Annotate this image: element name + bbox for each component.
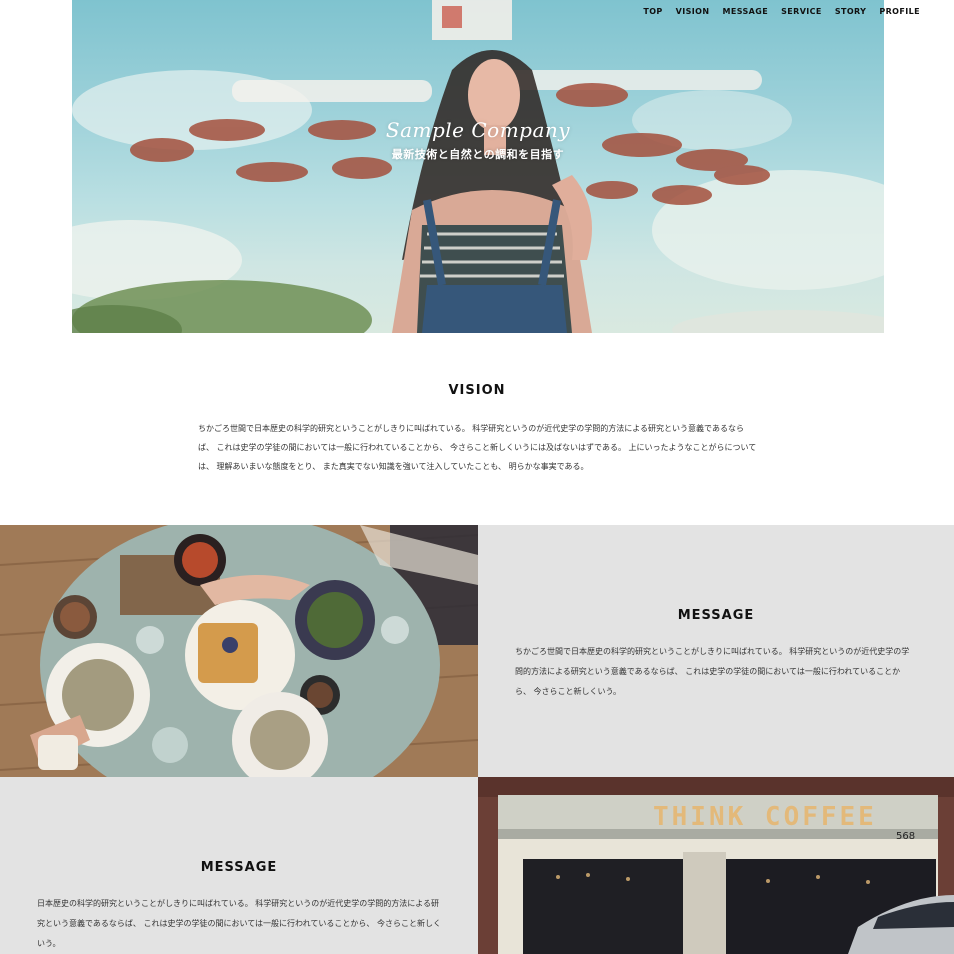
nav-top[interactable]: TOP bbox=[643, 7, 662, 16]
message-section-2: MESSAGE 日本歴史の科学的研究ということがしきりに叫ばれている。 科学研究… bbox=[0, 777, 478, 954]
message-section-1: MESSAGE ちかごろ世間で日本歴史の科学的研究ということがしきりに叫ばれてい… bbox=[478, 525, 954, 777]
message-body-2: 日本歴史の科学的研究ということがしきりに叫ばれている。 科学研究というのが近代史… bbox=[37, 899, 441, 948]
message-body-1: ちかごろ世間で日本歴史の科学的研究ということがしきりに叫ばれている。 科学研究と… bbox=[515, 647, 910, 696]
storefront-photo: THINK COFFEE 568 bbox=[478, 777, 954, 954]
breakfast-photo bbox=[0, 525, 478, 777]
company-logo[interactable]: Sample Company bbox=[72, 118, 884, 142]
hero-banner: Sample Company 最新技術と自然との調和を目指す bbox=[72, 0, 884, 333]
top-nav: TOP VISION MESSAGE SERVICE STORY PROFILE bbox=[643, 0, 920, 22]
vision-body: ちかごろ世間で日本歴史の科学的研究ということがしきりに叫ばれている。 科学研究と… bbox=[198, 424, 757, 471]
hero-photo bbox=[72, 0, 884, 333]
nav-profile[interactable]: PROFILE bbox=[879, 7, 920, 16]
nav-message[interactable]: MESSAGE bbox=[722, 7, 768, 16]
vision-section: VISION ちかごろ世間で日本歴史の科学的研究ということがしきりに叫ばれている… bbox=[0, 333, 954, 525]
message-title-1: MESSAGE bbox=[677, 608, 755, 623]
hero-text-block: Sample Company 最新技術と自然との調和を目指す bbox=[72, 118, 884, 162]
storefront-sign: THINK COFFEE bbox=[653, 802, 877, 832]
nav-story[interactable]: STORY bbox=[835, 7, 867, 16]
vision-title: VISION bbox=[448, 383, 506, 398]
message-title-2: MESSAGE bbox=[200, 860, 278, 875]
nav-service[interactable]: SERVICE bbox=[781, 7, 822, 16]
hero-tagline: 最新技術と自然との調和を目指す bbox=[391, 148, 565, 161]
nav-vision[interactable]: VISION bbox=[676, 7, 710, 16]
